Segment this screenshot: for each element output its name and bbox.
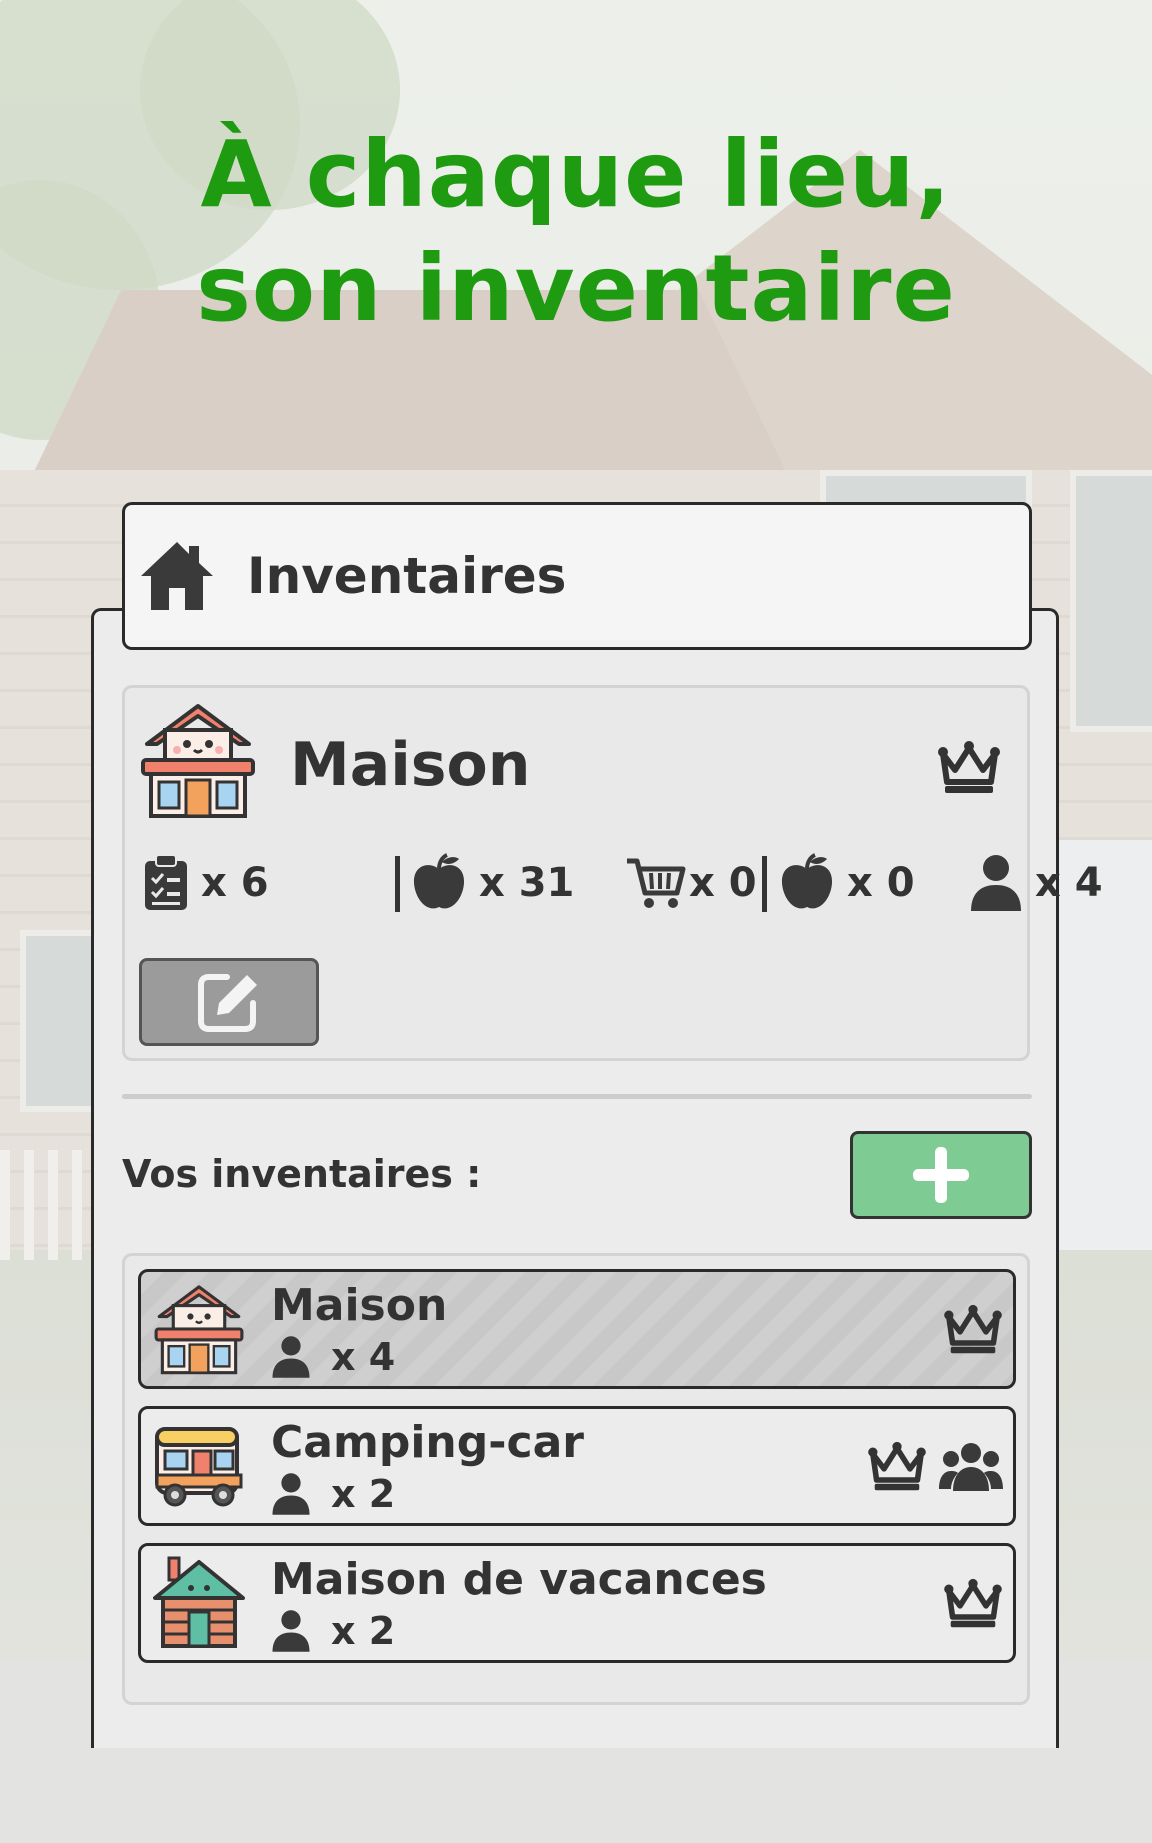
house-icon	[141, 704, 255, 818]
current-inventory-name: Maison	[290, 730, 531, 800]
home-icon	[141, 542, 213, 610]
group-icon	[939, 1443, 1003, 1491]
inventory-item-maison[interactable]: Maison x 4	[138, 1269, 1016, 1389]
person-icon	[272, 1336, 310, 1378]
current-inventory-card: Maison x 6 x 31 x 0 x 0 x 4	[122, 685, 1103, 1061]
stat-cart: x 0	[625, 848, 757, 918]
cart-icon	[627, 858, 686, 908]
inventory-members: x 2	[271, 1608, 395, 1654]
apple-icon	[413, 853, 465, 909]
inventory-name: Maison de vacances	[271, 1554, 767, 1605]
headline-line-2: son inventaire	[196, 235, 956, 342]
inventory-stats: x 6 x 31 x 0 x 0 x 4	[143, 848, 1103, 918]
header-bar: Inventaires	[122, 502, 1032, 650]
stat-food-to-buy-value: x 0	[847, 860, 915, 906]
clipboard-icon	[145, 854, 187, 910]
person-icon	[971, 855, 1021, 911]
inventory-name: Maison	[271, 1280, 448, 1331]
edit-inventory-button[interactable]	[139, 958, 319, 1046]
crown-icon	[938, 741, 1000, 793]
inventory-members: x 4	[271, 1334, 395, 1380]
inventories-list: Maison x 4 Camping-car x 2 Maison de vac…	[122, 1253, 1030, 1705]
inventory-item-maison-de-vacances[interactable]: Maison de vacances x 2	[138, 1543, 1016, 1663]
inventory-item-camping-car[interactable]: Camping-car x 2	[138, 1406, 1016, 1526]
inventory-badges	[943, 1304, 1003, 1356]
stat-members: x 4	[969, 848, 1103, 918]
inventory-badges	[943, 1578, 1003, 1630]
inventory-name: Camping-car	[271, 1417, 584, 1468]
crown-icon	[944, 1304, 1002, 1354]
headline-line-1: À chaque lieu,	[200, 121, 952, 228]
stat-cart-value: x 0	[689, 860, 757, 906]
stat-food-value: x 31	[479, 860, 575, 906]
cabin-icon	[153, 1556, 245, 1648]
house-icon	[154, 1285, 244, 1375]
inventory-members-count: x 4	[331, 1335, 396, 1379]
promo-headline: À chaque lieu, son inventaire	[0, 118, 1152, 346]
section-label: Vos inventaires :	[122, 1152, 482, 1196]
person-icon	[272, 1473, 310, 1515]
edit-icon	[198, 974, 257, 1032]
person-icon	[272, 1610, 310, 1652]
page-title: Inventaires	[247, 547, 567, 605]
inventory-badges	[867, 1441, 1003, 1493]
apple-icon	[781, 853, 833, 909]
inventory-members-count: x 2	[331, 1609, 396, 1653]
stat-members-value: x 4	[1035, 860, 1103, 906]
section-divider	[122, 1094, 1032, 1099]
stat-tasks: x 6	[143, 848, 269, 918]
camper-van-icon	[155, 1427, 243, 1507]
stat-tasks-value: x 6	[201, 860, 269, 906]
inventory-members: x 2	[271, 1471, 395, 1517]
add-inventory-button[interactable]	[850, 1131, 1032, 1219]
plus-icon	[913, 1147, 969, 1203]
crown-icon	[868, 1441, 926, 1491]
inventory-members-count: x 2	[331, 1472, 396, 1516]
stat-food: x 31	[411, 848, 574, 918]
crown-icon	[944, 1578, 1002, 1628]
stat-food-to-buy: x 0	[779, 848, 915, 918]
